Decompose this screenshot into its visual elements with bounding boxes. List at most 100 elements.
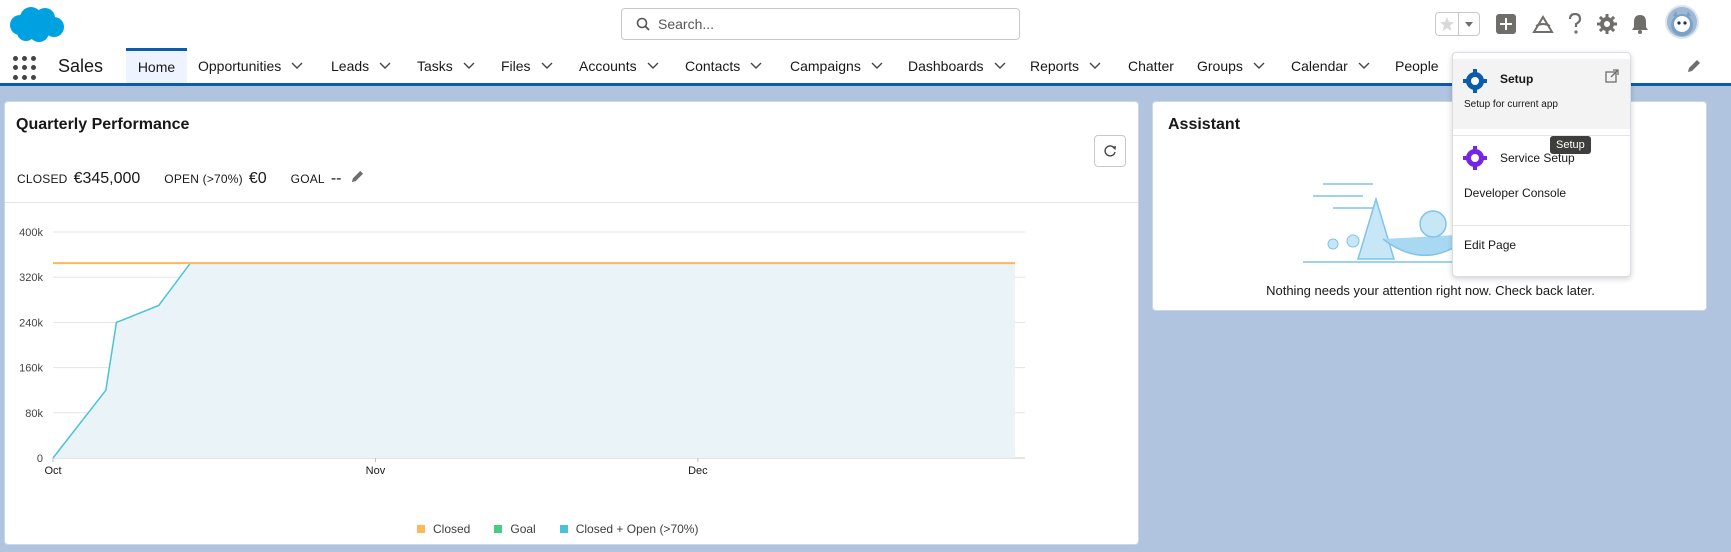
menu-separator bbox=[1453, 135, 1630, 136]
closed-label: CLOSED bbox=[17, 172, 68, 186]
menu-separator bbox=[1453, 225, 1630, 226]
chevron-down-icon[interactable] bbox=[1253, 62, 1265, 70]
y-tick-label: 320k bbox=[19, 272, 43, 284]
chevron-down-icon[interactable] bbox=[871, 62, 883, 70]
tab-dashboards[interactable]: Dashboards bbox=[908, 48, 1006, 83]
performance-metrics: CLOSED €345,000 OPEN (>70%) €0 GOAL -- bbox=[17, 170, 364, 188]
chevron-down-icon[interactable] bbox=[541, 62, 553, 70]
help-icon bbox=[1568, 13, 1582, 34]
tab-label: Leads bbox=[331, 57, 370, 74]
setup-gear-button[interactable] bbox=[1595, 12, 1619, 36]
chevron-down-icon[interactable] bbox=[1089, 62, 1101, 70]
y-tick-label: 400k bbox=[19, 227, 43, 239]
card-title: Assistant bbox=[1168, 116, 1241, 133]
edit-page-menu-item[interactable]: Edit Page bbox=[1453, 229, 1630, 259]
chevron-down-icon[interactable] bbox=[1358, 62, 1370, 70]
notifications-button[interactable] bbox=[1628, 12, 1652, 36]
new-window-icon[interactable] bbox=[1605, 69, 1619, 83]
tab-label: Chatter bbox=[1128, 57, 1174, 74]
tab-files[interactable]: Files bbox=[501, 48, 553, 83]
user-astro-icon bbox=[1671, 11, 1693, 36]
tab-reports[interactable]: Reports bbox=[1030, 48, 1101, 83]
trailhead-icon bbox=[1532, 15, 1554, 33]
favorite-button[interactable] bbox=[1436, 13, 1460, 35]
legend-item-closed-open[interactable]: Closed + Open (>70%) bbox=[559, 522, 699, 536]
refresh-icon bbox=[1104, 145, 1116, 157]
help-button[interactable] bbox=[1563, 12, 1587, 36]
chevron-down-icon[interactable] bbox=[379, 62, 391, 70]
quarterly-performance-card: Quarterly Performance CLOSED €345,000 OP… bbox=[4, 101, 1139, 545]
service-setup-menu-item[interactable]: Service Setup bbox=[1453, 141, 1630, 177]
tab-calendar[interactable]: Calendar bbox=[1291, 48, 1370, 83]
tab-leads[interactable]: Leads bbox=[331, 48, 391, 83]
favorites-button-group bbox=[1435, 12, 1480, 36]
open-label: OPEN (>70%) bbox=[164, 172, 243, 186]
assistant-message: Nothing needs your attention right now. … bbox=[1266, 283, 1595, 298]
legend-swatch bbox=[494, 525, 503, 533]
tab-contacts[interactable]: Contacts bbox=[685, 48, 762, 83]
goal-label: GOAL bbox=[290, 172, 325, 186]
tab-tasks[interactable]: Tasks bbox=[417, 48, 475, 83]
favorites-list-button[interactable] bbox=[1459, 13, 1479, 35]
avatar[interactable] bbox=[1665, 5, 1699, 39]
tab-opportunities[interactable]: Opportunities bbox=[198, 48, 303, 83]
tab-label: People bbox=[1395, 57, 1439, 74]
series-area-closed-open bbox=[53, 263, 1015, 458]
tab-groups[interactable]: Groups bbox=[1197, 48, 1265, 83]
tab-label: Calendar bbox=[1291, 57, 1348, 74]
chart-legend: Closed Goal Closed + Open (>70%) bbox=[417, 522, 722, 536]
performance-chart: 400k 320k 240k 160k 80k 0Oct Nov Dec bbox=[19, 227, 1025, 477]
tab-label: Campaigns bbox=[790, 57, 861, 74]
legend-item-goal[interactable]: Goal bbox=[494, 522, 536, 536]
trailhead-button[interactable] bbox=[1531, 12, 1555, 36]
setup-gear-icon bbox=[1463, 69, 1487, 93]
global-search[interactable] bbox=[621, 8, 1020, 40]
add-icon bbox=[1496, 14, 1516, 34]
salesforce-cloud-logo[interactable] bbox=[6, 5, 66, 45]
app-name: Sales bbox=[58, 56, 104, 76]
global-header bbox=[0, 0, 1731, 48]
edit-page-label: Edit Page bbox=[1464, 238, 1517, 252]
tab-campaigns[interactable]: Campaigns bbox=[790, 48, 883, 83]
bell-icon bbox=[1632, 15, 1648, 34]
edit-goal-pencil-icon[interactable] bbox=[351, 170, 364, 183]
x-tick-label: Oct bbox=[44, 465, 61, 477]
developer-console-menu-item[interactable]: Developer Console bbox=[1453, 177, 1630, 207]
y-tick-label: 240k bbox=[19, 317, 43, 329]
developer-console-label: Developer Console bbox=[1464, 186, 1567, 200]
x-tick-label: Nov bbox=[366, 465, 386, 477]
y-tick-label: 80k bbox=[25, 408, 43, 420]
open-value: €0 bbox=[248, 170, 267, 187]
search-icon bbox=[636, 17, 650, 31]
chevron-down-icon[interactable] bbox=[647, 62, 659, 70]
search-input[interactable] bbox=[658, 16, 998, 32]
tab-home[interactable]: Home bbox=[126, 48, 187, 83]
legend-swatch bbox=[417, 525, 425, 533]
tab-label: Tasks bbox=[417, 57, 453, 74]
legend-label: Closed + Open (>70%) bbox=[575, 522, 699, 536]
chevron-down-icon[interactable] bbox=[291, 62, 303, 70]
tab-label: Accounts bbox=[579, 57, 637, 74]
setup-subtitle: Setup for current app bbox=[1464, 99, 1558, 110]
edit-nav-pencil-icon[interactable] bbox=[1687, 59, 1701, 73]
tab-people[interactable]: People bbox=[1395, 48, 1439, 83]
x-tick-label: Dec bbox=[688, 465, 708, 477]
chevron-down-icon[interactable] bbox=[750, 62, 762, 70]
legend-label: Goal bbox=[510, 522, 536, 536]
tab-chatter[interactable]: Chatter bbox=[1128, 48, 1174, 83]
chevron-down-icon[interactable] bbox=[994, 62, 1006, 70]
setup-dropdown-menu: Setup Setup for current app Service Setu… bbox=[1452, 52, 1631, 277]
refresh-button[interactable] bbox=[1094, 135, 1126, 167]
tab-label: Groups bbox=[1197, 57, 1243, 74]
setup-menu-item[interactable]: Setup Setup for current app bbox=[1453, 59, 1630, 129]
app-launcher-icon[interactable] bbox=[13, 56, 37, 80]
y-tick-label: 0 bbox=[37, 453, 43, 465]
legend-item-closed[interactable]: Closed bbox=[417, 522, 470, 536]
goal-value: -- bbox=[330, 170, 342, 187]
chevron-down-icon bbox=[1465, 22, 1474, 27]
star-icon bbox=[1440, 17, 1455, 31]
chevron-down-icon[interactable] bbox=[463, 62, 475, 70]
global-actions-button[interactable] bbox=[1494, 12, 1518, 36]
card-title: Quarterly Performance bbox=[16, 116, 190, 133]
tab-accounts[interactable]: Accounts bbox=[579, 48, 659, 83]
